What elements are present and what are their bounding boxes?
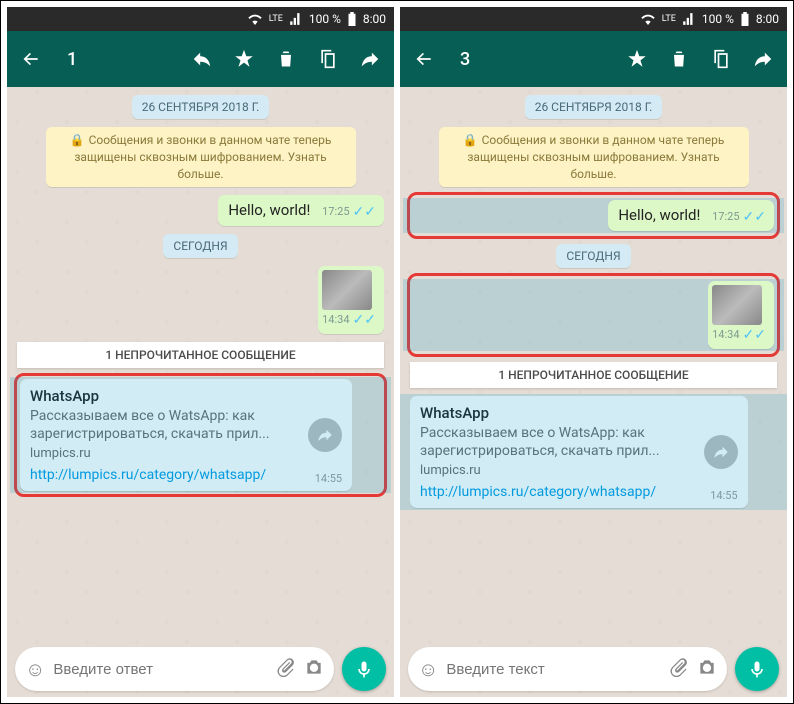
- battery-label: 100 %: [309, 12, 341, 26]
- star-button[interactable]: [232, 47, 256, 71]
- lock-icon: 🔒: [463, 133, 478, 147]
- input-bar: ☺: [7, 641, 394, 697]
- message-time: 17:25: [712, 210, 739, 223]
- signal-icon: [289, 13, 303, 25]
- read-ticks-icon: ✓✓: [743, 209, 766, 225]
- forward-button[interactable]: [358, 47, 382, 71]
- chat-body[interactable]: 26 СЕНТЯБРЯ 2018 Г. 🔒Сообщения и звонки …: [400, 87, 787, 641]
- back-button[interactable]: [19, 47, 43, 71]
- status-bar: LTE 100 % 8:00: [400, 7, 787, 31]
- time-label: 8:00: [756, 12, 779, 26]
- encryption-notice[interactable]: 🔒Сообщения и звонки в данном чате теперь…: [46, 127, 356, 187]
- unread-banner: 1 НЕПРОЧИТАННОЕ СООБЩЕНИЕ: [17, 342, 384, 368]
- mic-button[interactable]: [735, 647, 779, 691]
- forward-button[interactable]: [751, 47, 775, 71]
- selection-count: 3: [460, 49, 470, 70]
- image-bubble[interactable]: 14:34 ✓✓: [318, 266, 384, 334]
- encryption-text: Сообщения и звонки в данном чате теперь …: [74, 133, 331, 181]
- camera-button[interactable]: [304, 657, 324, 681]
- lte-label: LTE: [662, 14, 676, 24]
- link-domain: lumpics.ru: [420, 463, 738, 478]
- message-time: 14:34: [322, 313, 349, 326]
- action-bar: 1: [7, 31, 394, 87]
- battery-icon: [740, 12, 750, 26]
- attach-button[interactable]: [276, 657, 296, 681]
- battery-icon: [347, 12, 357, 26]
- date-chip: 26 СЕНТЯБРЯ 2018 Г.: [132, 95, 270, 119]
- link-description: Рассказываем все о WatsApp: как зарегист…: [420, 424, 738, 460]
- image-thumbnail[interactable]: [322, 270, 372, 310]
- message-row-selected[interactable]: Hello, world! 17:25 ✓✓: [403, 198, 784, 233]
- image-bubble[interactable]: 14:34 ✓✓: [708, 281, 774, 349]
- link-bubble[interactable]: WhatsApp Рассказываем все о WatsApp: как…: [20, 379, 352, 491]
- status-bar: LTE 100 % 8:00: [7, 7, 394, 31]
- camera-button[interactable]: [697, 657, 717, 681]
- today-chip: СЕГОДНЯ: [163, 234, 237, 258]
- encryption-notice[interactable]: 🔒Сообщения и звонки в данном чате теперь…: [439, 127, 749, 187]
- today-chip: СЕГОДНЯ: [556, 244, 630, 268]
- message-row[interactable]: Hello, world! 17:25 ✓✓: [17, 195, 384, 226]
- link-description: Рассказываем все о WatsApp: как зарегист…: [30, 407, 342, 443]
- highlight-annotation: Hello, world! 17:25 ✓✓: [407, 192, 780, 239]
- link-url[interactable]: http://lumpics.ru/category/whatsapp/: [420, 484, 738, 500]
- reply-button[interactable]: [190, 47, 214, 71]
- unread-banner: 1 НЕПРОЧИТАННОЕ СООБЩЕНИЕ: [410, 362, 777, 388]
- battery-label: 100 %: [702, 12, 734, 26]
- read-ticks-icon: ✓✓: [353, 204, 376, 220]
- wifi-icon: [247, 13, 263, 25]
- message-row[interactable]: 14:34 ✓✓: [17, 266, 384, 334]
- message-text: Hello, world!: [228, 201, 310, 219]
- message-time: 14:34: [712, 328, 739, 341]
- star-button[interactable]: [625, 47, 649, 71]
- message-input[interactable]: [446, 661, 661, 678]
- emoji-button[interactable]: ☺: [418, 657, 438, 682]
- message-time: 14:55: [710, 489, 737, 502]
- link-title: WhatsApp: [420, 404, 738, 422]
- lte-label: LTE: [269, 14, 283, 24]
- message-row-selected[interactable]: WhatsApp Рассказываем все о WatsApp: как…: [410, 396, 777, 508]
- mic-button[interactable]: [342, 647, 386, 691]
- action-bar: 3: [400, 31, 787, 87]
- message-time: 17:25: [322, 205, 349, 218]
- input-box: ☺: [15, 647, 334, 691]
- read-ticks-icon: ✓✓: [743, 327, 766, 343]
- message-text: Hello, world!: [618, 206, 700, 224]
- phone-left: LTE 100 % 8:00 1 26 СЕНТЯБРЯ 2018 Г. 🔒Со…: [7, 7, 394, 697]
- chat-body[interactable]: 26 СЕНТЯБРЯ 2018 Г. 🔒Сообщения и звонки …: [7, 87, 394, 641]
- forward-quick-button[interactable]: [704, 435, 738, 469]
- copy-button[interactable]: [316, 47, 340, 71]
- date-chip: 26 СЕНТЯБРЯ 2018 Г.: [525, 95, 663, 119]
- read-ticks-icon: ✓✓: [353, 312, 376, 328]
- input-box: ☺: [408, 647, 727, 691]
- wifi-icon: [640, 13, 656, 25]
- forward-quick-button[interactable]: [308, 418, 342, 452]
- copy-button[interactable]: [709, 47, 733, 71]
- message-row-selected[interactable]: 14:34 ✓✓: [403, 279, 784, 351]
- link-url[interactable]: http://lumpics.ru/category/whatsapp/: [30, 467, 342, 483]
- link-bubble[interactable]: WhatsApp Рассказываем все о WatsApp: как…: [410, 396, 748, 508]
- time-label: 8:00: [363, 12, 386, 26]
- message-row-selected[interactable]: WhatsApp Рассказываем все о WatsApp: как…: [20, 379, 381, 491]
- message-time: 14:55: [315, 472, 342, 485]
- message-input[interactable]: [53, 661, 268, 678]
- link-domain: lumpics.ru: [30, 446, 342, 461]
- phone-right: LTE 100 % 8:00 3 26 СЕНТЯБРЯ 2018 Г. 🔒Со…: [400, 7, 787, 697]
- back-button[interactable]: [412, 47, 436, 71]
- emoji-button[interactable]: ☺: [25, 657, 45, 682]
- delete-button[interactable]: [274, 47, 298, 71]
- delete-button[interactable]: [667, 47, 691, 71]
- encryption-text: Сообщения и звонки в данном чате теперь …: [467, 133, 724, 181]
- attach-button[interactable]: [669, 657, 689, 681]
- image-thumbnail[interactable]: [712, 285, 762, 325]
- selection-count: 1: [67, 49, 77, 70]
- highlight-annotation: 14:34 ✓✓: [407, 273, 780, 357]
- lock-icon: 🔒: [70, 133, 85, 147]
- link-title: WhatsApp: [30, 387, 342, 405]
- message-bubble[interactable]: Hello, world! 17:25 ✓✓: [608, 200, 774, 231]
- signal-icon: [682, 13, 696, 25]
- input-bar: ☺: [400, 641, 787, 697]
- message-bubble[interactable]: Hello, world! 17:25 ✓✓: [218, 195, 384, 226]
- highlight-annotation: WhatsApp Рассказываем все о WatsApp: как…: [14, 373, 387, 497]
